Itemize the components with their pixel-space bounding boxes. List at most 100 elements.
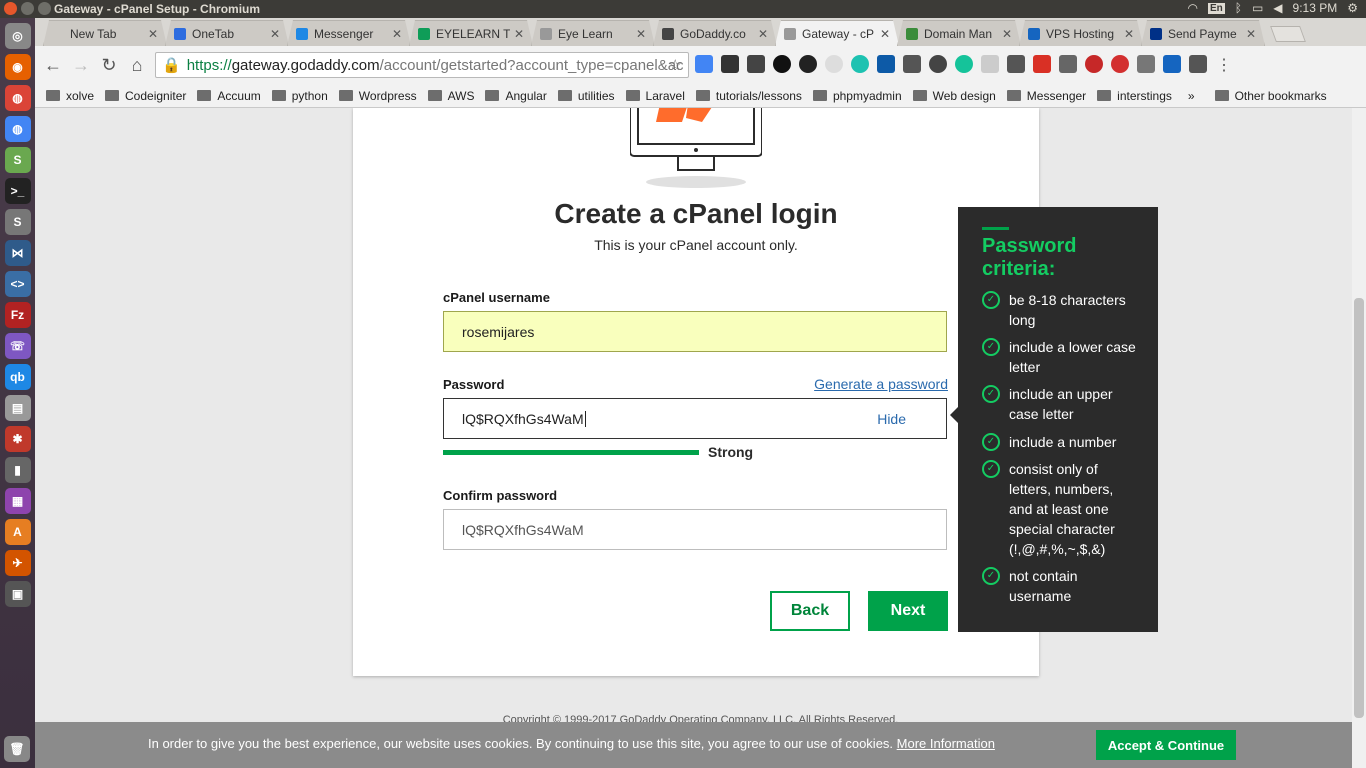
close-tab-icon[interactable]: ✕ <box>758 27 768 41</box>
gmail-checker-extension-icon[interactable] <box>1033 55 1051 73</box>
browser-tab[interactable]: Messenger ✕ <box>287 20 411 46</box>
menu-dots-icon[interactable]: ⋮ <box>1215 55 1233 74</box>
secure-lock-icon[interactable]: 🔒 <box>162 56 181 74</box>
translate-extension-icon[interactable] <box>695 55 713 73</box>
momentum-extension-icon[interactable] <box>851 55 869 73</box>
battery-icon[interactable]: ▭ <box>1252 1 1263 15</box>
browser-tab[interactable]: Eye Learn ✕ <box>531 20 655 46</box>
bookmark-item[interactable]: utilities <box>557 89 615 103</box>
back-arrow-icon[interactable]: ← <box>39 55 67 76</box>
close-tab-icon[interactable]: ✕ <box>392 27 402 41</box>
browser-tab[interactable]: New Tab ✕ <box>43 20 167 46</box>
trash-icon[interactable]: 🗑 <box>4 736 30 762</box>
next-button[interactable]: Next <box>868 591 948 631</box>
browser-tab[interactable]: OneTab ✕ <box>165 20 289 46</box>
opera-extension-icon[interactable] <box>1111 55 1129 73</box>
gear-extension-icon[interactable] <box>721 55 739 73</box>
browser-tab[interactable]: Domain Man ✕ <box>897 20 1021 46</box>
sublime-icon[interactable]: S <box>4 209 31 235</box>
bookmark-item[interactable]: phpmyadmin <box>812 89 902 103</box>
browser-tab[interactable]: GoDaddy.co ✕ <box>653 20 777 46</box>
bookmark-item[interactable]: Angular <box>485 89 547 103</box>
accept-cookies-button[interactable]: Accept & Continue <box>1096 730 1236 760</box>
terminal-icon[interactable]: >_ <box>4 178 31 204</box>
password-input[interactable]: lQ$RQXfhGs4WaM Hide <box>443 398 947 439</box>
bookmark-star-icon[interactable]: ☆ <box>669 56 682 74</box>
browser-tab[interactable]: VPS Hosting ✕ <box>1019 20 1143 46</box>
linkedin-extension-icon[interactable] <box>877 55 895 73</box>
firefox-icon[interactable]: ◉ <box>4 54 31 80</box>
close-tab-icon[interactable]: ✕ <box>1124 27 1134 41</box>
wifi-icon[interactable]: ◠ <box>1187 1 1197 15</box>
system-settings-icon[interactable]: ✱ <box>4 426 31 452</box>
close-tab-icon[interactable]: ✕ <box>880 27 890 41</box>
minimize-window-button[interactable] <box>21 2 34 15</box>
other-bookmarks[interactable]: Other bookmarks <box>1214 89 1327 103</box>
home-icon[interactable]: ⌂ <box>123 55 151 76</box>
scrollbar-thumb[interactable] <box>1354 298 1364 718</box>
tools-extension-icon[interactable] <box>1137 55 1155 73</box>
bookmark-item[interactable]: tutorials/lessons <box>695 89 802 103</box>
bookmark-item[interactable]: Web design <box>912 89 996 103</box>
generate-password-link[interactable]: Generate a password <box>814 376 948 392</box>
address-bar[interactable]: 🔒 https://gateway.godaddy.com/account/ge… <box>155 52 689 78</box>
close-tab-icon[interactable]: ✕ <box>148 27 158 41</box>
close-tab-icon[interactable]: ✕ <box>1246 27 1256 41</box>
youtube-extension-icon[interactable] <box>1007 55 1025 73</box>
workspaces-icon[interactable]: ▦ <box>4 488 31 514</box>
calendar-extension-icon[interactable] <box>1059 55 1077 73</box>
viber-icon[interactable]: ☏ <box>4 333 31 359</box>
username-input[interactable]: rosemijares <box>443 311 947 352</box>
close-tab-icon[interactable]: ✕ <box>514 27 524 41</box>
pocket-extension-icon[interactable] <box>747 55 765 73</box>
vscode-icon[interactable]: ⋈ <box>4 240 31 266</box>
chrome-icon[interactable]: ◍ <box>4 85 31 111</box>
grammarly-extension-icon[interactable] <box>955 55 973 73</box>
files-icon[interactable]: ▤ <box>4 395 31 421</box>
bookmark-item[interactable]: interstings <box>1097 89 1172 103</box>
new-tab-button[interactable] <box>1270 26 1306 42</box>
maximize-window-button[interactable] <box>38 2 51 15</box>
color-picker-extension-icon[interactable] <box>799 55 817 73</box>
forward-arrow-icon[interactable]: → <box>67 55 95 76</box>
bluetooth-icon[interactable]: ᛒ <box>1235 1 1242 15</box>
bookmark-item[interactable]: Messenger <box>1006 89 1086 103</box>
bookmark-item[interactable]: Laravel <box>625 89 685 103</box>
bookmark-item[interactable]: python <box>271 89 328 103</box>
postman-icon[interactable]: ✈ <box>4 550 31 576</box>
close-tab-icon[interactable]: ✕ <box>270 27 280 41</box>
bookmark-item[interactable]: xolve <box>46 89 94 103</box>
vuejs-extension-icon[interactable] <box>1163 55 1181 73</box>
media-extension-icon[interactable] <box>903 55 921 73</box>
app-icon[interactable]: ▣ <box>4 581 31 607</box>
adblock-extension-icon[interactable] <box>1085 55 1103 73</box>
code-editor-icon[interactable]: <> <box>4 271 31 297</box>
wappalyzer-extension-icon[interactable] <box>773 55 791 73</box>
settings-gear-icon[interactable]: ⚙ <box>1347 1 1358 15</box>
bookmark-item[interactable]: Wordpress <box>338 89 417 103</box>
browser-tab[interactable]: Send Payme ✕ <box>1141 20 1265 46</box>
bookmark-item[interactable]: Accuum <box>197 89 261 103</box>
close-window-button[interactable] <box>4 2 17 15</box>
qbittorrent-icon[interactable]: qb <box>4 364 31 390</box>
system-monitor-icon[interactable]: ▮ <box>4 457 31 483</box>
clock[interactable]: 9:13 PM <box>1293 1 1338 15</box>
chromium-icon[interactable]: ◍ <box>4 116 31 142</box>
screenshot-extension-icon[interactable] <box>981 55 999 73</box>
software-center-icon[interactable]: A <box>4 519 31 545</box>
film-extension-icon[interactable] <box>1189 55 1207 73</box>
close-tab-icon[interactable]: ✕ <box>1002 27 1012 41</box>
hide-password-button[interactable]: Hide <box>877 411 906 427</box>
bookmarks-overflow-chevron-icon[interactable]: » <box>1188 89 1195 103</box>
window-controls[interactable] <box>4 2 51 15</box>
bookmark-item[interactable]: Codeigniter <box>105 89 186 103</box>
bookmark-item[interactable]: AWS <box>427 89 474 103</box>
browser-tab[interactable]: Gateway - cP ✕ <box>775 20 899 46</box>
slack-icon[interactable]: S <box>4 147 31 173</box>
more-information-link[interactable]: More Information <box>897 736 995 751</box>
filezilla-icon[interactable]: Fz <box>4 302 31 328</box>
confirm-password-input[interactable]: lQ$RQXfhGs4WaM <box>443 509 947 550</box>
close-tab-icon[interactable]: ✕ <box>636 27 646 41</box>
page-scrollbar[interactable] <box>1352 108 1366 768</box>
volume-icon[interactable]: ◀ <box>1273 1 1282 15</box>
